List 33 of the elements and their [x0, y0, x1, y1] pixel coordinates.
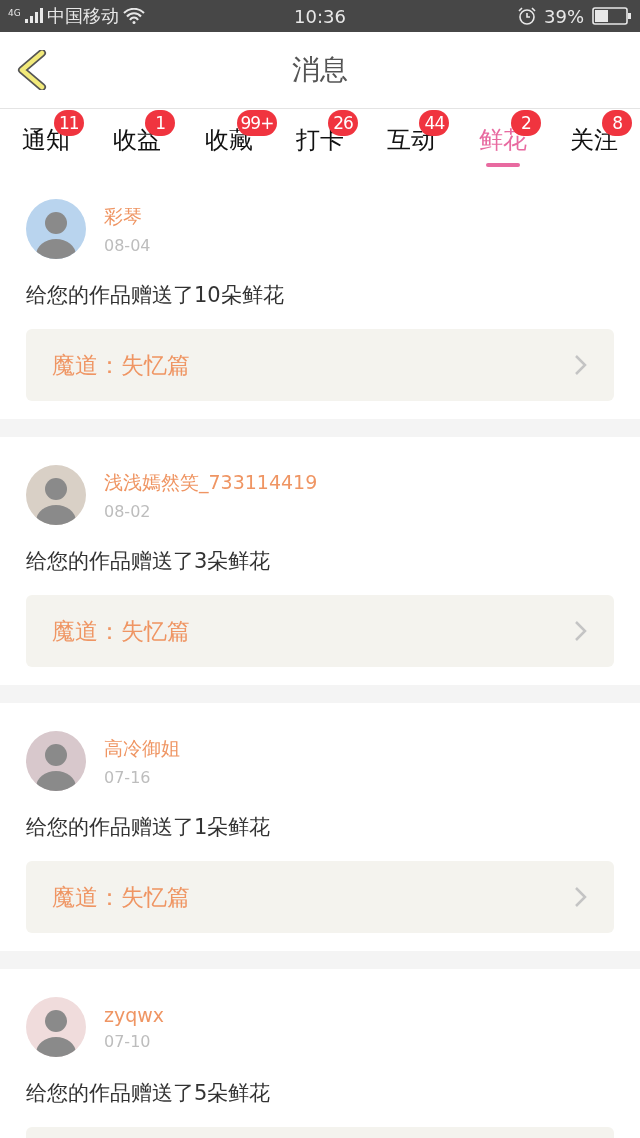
avatar	[26, 465, 86, 525]
sender-name[interactable]: 高冷御姐	[104, 735, 180, 762]
message-date: 07-16	[104, 767, 152, 787]
sender-name[interactable]: 浅浅嫣然笑_733114419	[104, 469, 318, 496]
avatar	[26, 199, 86, 259]
network-type: 4G	[8, 8, 21, 18]
chevron-right-icon	[574, 354, 588, 376]
wifi-icon	[122, 8, 145, 24]
signal-icon	[24, 8, 43, 24]
sender-name[interactable]: 彩琴	[104, 203, 151, 230]
work-link[interactable]: 魔道：失忆篇	[26, 595, 614, 667]
battery-icon	[592, 7, 632, 25]
message-text: 给您的作品赠送了5朵鲜花	[26, 1080, 272, 1107]
message-text: 给您的作品赠送了3朵鲜花	[26, 548, 272, 575]
message-date: 07-10	[104, 1031, 152, 1051]
work-link[interactable]: 魔道：失忆篇	[26, 861, 614, 933]
sender-name[interactable]: zyqwx	[104, 1003, 165, 1026]
avatar	[26, 997, 86, 1057]
chevron-right-icon	[574, 620, 588, 642]
carrier-name: 中国移动	[46, 4, 119, 28]
avatar	[26, 731, 86, 791]
back-icon[interactable]	[16, 50, 48, 90]
message-text: 给您的作品赠送了10朵鲜花	[26, 282, 285, 309]
message-text: 给您的作品赠送了1朵鲜花	[26, 814, 272, 841]
message-date: 08-02	[104, 501, 152, 521]
tab-underline	[485, 163, 520, 167]
chevron-right-icon	[574, 886, 588, 908]
clock-time: 10:36	[294, 5, 346, 27]
alarm-icon	[518, 7, 536, 25]
work-link[interactable]: 魔道：失忆篇	[26, 329, 614, 401]
page-title: 消息	[292, 52, 348, 88]
message-date: 08-04	[104, 235, 151, 255]
battery-percent: 39%	[544, 5, 584, 27]
